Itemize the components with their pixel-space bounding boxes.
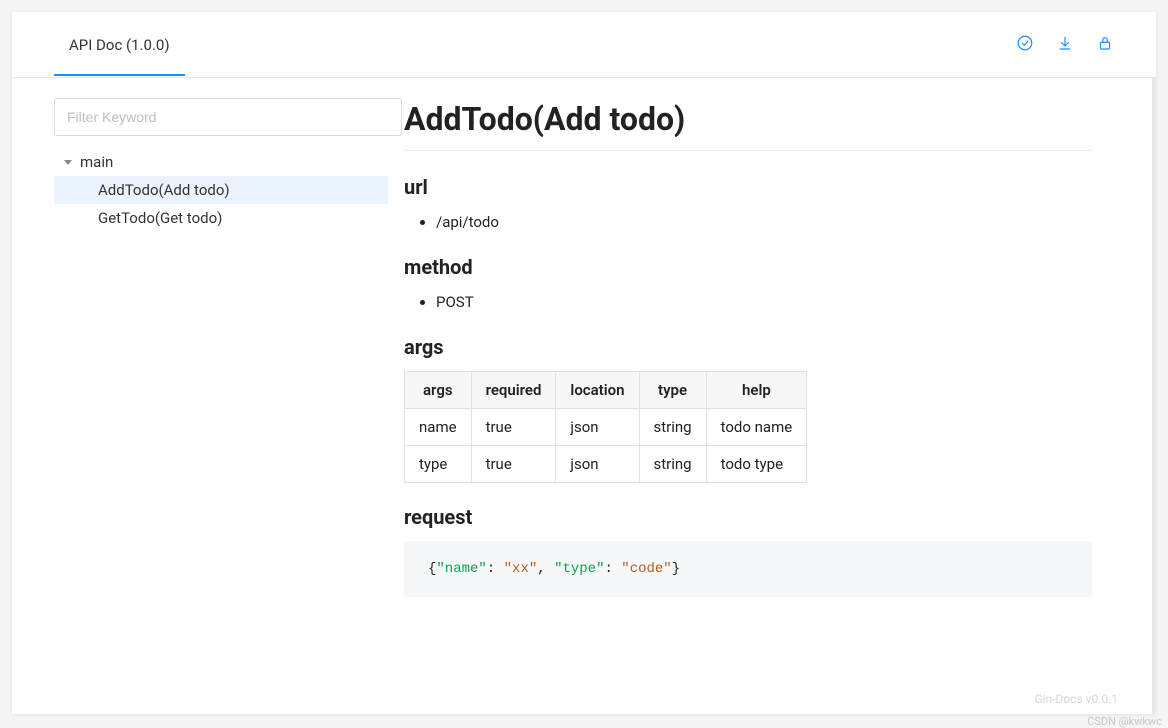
table-row: type true json string todo type: [405, 446, 807, 483]
args-header-row: args required location type help: [405, 372, 807, 409]
tree-item-addtodo[interactable]: AddTodo(Add todo): [54, 176, 388, 204]
table-row: name true json string todo name: [405, 409, 807, 446]
filter-input[interactable]: [54, 98, 402, 136]
method-value: POST: [436, 291, 1092, 313]
chevron-down-icon: [64, 160, 72, 165]
col-type: type: [639, 372, 706, 409]
args-table: args required location type help name tr…: [404, 371, 807, 483]
section-args-heading: args: [404, 335, 1092, 359]
sidebar: main AddTodo(Add todo) GetTodo(Get todo): [12, 78, 388, 714]
col-location: location: [556, 372, 639, 409]
tab-api-doc[interactable]: API Doc (1.0.0): [54, 14, 185, 76]
section-url-heading: url: [404, 175, 1092, 199]
page-title: AddTodo(Add todo): [404, 100, 1092, 151]
method-list: POST: [404, 291, 1092, 313]
titlebar: API Doc (1.0.0): [12, 12, 1156, 78]
section-request-heading: request: [404, 505, 1092, 529]
nav-tree: main AddTodo(Add todo) GetTodo(Get todo): [54, 148, 388, 232]
download-icon[interactable]: [1056, 34, 1074, 56]
col-required: required: [471, 372, 556, 409]
footer-version: Gin-Docs v0.0.1: [1034, 692, 1118, 706]
request-codeblock: {"name": "xx", "type": "code"}: [404, 541, 1092, 597]
refresh-icon[interactable]: [1016, 34, 1034, 56]
content-pane: AddTodo(Add todo) url /api/todo method P…: [388, 78, 1156, 714]
tree-node-main[interactable]: main: [54, 148, 388, 176]
tree-node-label: main: [80, 153, 113, 171]
col-help: help: [706, 372, 807, 409]
toolbar: [1016, 34, 1114, 56]
col-args: args: [405, 372, 472, 409]
lock-icon[interactable]: [1096, 34, 1114, 56]
section-method-heading: method: [404, 255, 1092, 279]
tree-item-gettodo[interactable]: GetTodo(Get todo): [54, 204, 388, 232]
watermark: CSDN @kwkwc: [1087, 715, 1162, 728]
url-list: /api/todo: [404, 211, 1092, 233]
app-window: API Doc (1.0.0) main AddTodo(Add todo): [12, 12, 1156, 714]
body: main AddTodo(Add todo) GetTodo(Get todo)…: [12, 78, 1156, 714]
url-value: /api/todo: [436, 211, 1092, 233]
